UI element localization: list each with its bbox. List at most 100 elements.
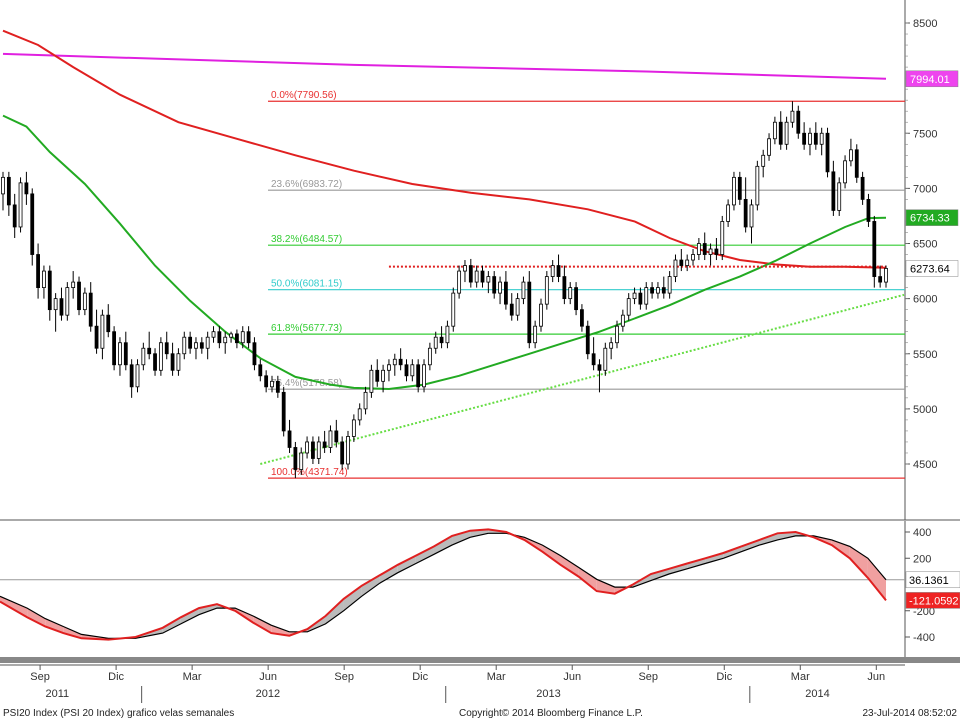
- candle: [831, 160, 836, 216]
- candle: [650, 282, 654, 299]
- candle: [147, 331, 152, 360]
- candle: [837, 177, 842, 216]
- month-label: Sep: [638, 671, 658, 683]
- candle: [644, 282, 649, 310]
- candle: [720, 215, 725, 261]
- candle: [328, 425, 333, 453]
- candle: [521, 276, 526, 305]
- candle: [77, 276, 81, 316]
- candle: [819, 127, 824, 156]
- candle: [387, 359, 391, 382]
- candle: [135, 359, 140, 393]
- candle: [737, 171, 742, 205]
- candle: [141, 342, 146, 371]
- candle: [474, 265, 479, 288]
- candle: [539, 298, 543, 332]
- candle: [71, 271, 76, 299]
- candle: [217, 326, 222, 349]
- year-label: 2014: [805, 688, 829, 700]
- price-tick-label: 5000: [913, 404, 937, 416]
- candle: [574, 282, 578, 316]
- candle: [182, 331, 187, 360]
- candle: [568, 282, 573, 305]
- candle: [1, 171, 5, 211]
- fibonacci-levels: 0.0%(7790.56) 23.6%(6983.72) 38.2%(6484.57…: [268, 90, 905, 479]
- candle: [24, 171, 29, 205]
- candle: [65, 282, 70, 321]
- candle: [287, 419, 292, 453]
- candle: [158, 337, 163, 376]
- candle: [106, 304, 111, 338]
- candle: [12, 193, 17, 238]
- candle: [656, 282, 660, 299]
- candle: [129, 359, 134, 398]
- candle: [515, 293, 520, 321]
- fib-23-6-label: 23.6%(6983.72): [271, 179, 342, 190]
- oscillator-signal-line: [0, 532, 887, 639]
- candle: [416, 359, 421, 393]
- candle: [205, 331, 210, 360]
- time-axis: Sep Dic Mar Jun Sep Dic Mar Jun Sep Dic Mar Jun 2011…: [30, 665, 885, 703]
- candle: [176, 348, 181, 376]
- candle: [872, 215, 877, 288]
- candle: [433, 331, 438, 354]
- year-label: 2011: [45, 688, 69, 700]
- candle: [398, 348, 403, 371]
- candle: [392, 353, 397, 376]
- candle: [264, 370, 269, 393]
- candle: [252, 337, 257, 371]
- candle: [199, 337, 204, 354]
- month-label: Dic: [412, 671, 428, 683]
- price-tick-label: 6500: [913, 239, 937, 251]
- candle: [533, 320, 538, 349]
- price-tag-label: 7994.01: [910, 74, 950, 86]
- candle: [562, 265, 567, 305]
- candle: [88, 282, 93, 332]
- price-tick-label: 7500: [913, 128, 937, 140]
- chart-title: PSI20 Index (PSI 20 Index) grafico velas…: [3, 708, 234, 719]
- month-label: Dic: [108, 671, 124, 683]
- timestamp: 23-Jul-2014 08:52:02: [862, 708, 957, 719]
- candle: [18, 177, 23, 233]
- candle: [696, 237, 701, 261]
- candle: [620, 309, 625, 332]
- candle: [375, 359, 380, 387]
- candle: [796, 105, 801, 139]
- candle: [188, 331, 193, 354]
- year-label: 2013: [536, 688, 560, 700]
- candle: [480, 265, 485, 288]
- year-label: 2012: [256, 688, 280, 700]
- candle: [878, 265, 883, 288]
- candle: [427, 342, 432, 371]
- fib-61-8-label: 61.8%(5677.73): [271, 323, 342, 334]
- candle: [123, 331, 128, 371]
- oscillator-bottom-band: [0, 657, 960, 663]
- oscillator-tick-label: 200: [913, 553, 931, 565]
- candle: [311, 436, 315, 464]
- month-label: Mar: [791, 671, 810, 683]
- candle: [246, 326, 251, 349]
- candle: [550, 260, 555, 283]
- month-label: Jun: [563, 671, 581, 683]
- candle: [673, 254, 678, 283]
- candle: [357, 403, 362, 426]
- candle: [790, 101, 795, 128]
- candle: [42, 265, 46, 299]
- candle: [363, 386, 368, 415]
- candle: [732, 171, 736, 211]
- candle: [772, 116, 777, 145]
- candle: [351, 414, 356, 442]
- candle: [463, 260, 467, 283]
- candle: [679, 249, 684, 272]
- candle: [281, 386, 286, 437]
- candle: [59, 287, 64, 321]
- candle: [509, 293, 514, 321]
- month-label: Mar: [487, 671, 506, 683]
- copyright: Copyright© 2014 Bloomberg Finance L.P.: [459, 708, 643, 719]
- price-tick-label: 4500: [913, 459, 937, 471]
- candle: [170, 342, 175, 376]
- candle: [229, 331, 233, 343]
- candle: [685, 254, 690, 272]
- candle: [404, 359, 409, 382]
- candle: [884, 265, 888, 288]
